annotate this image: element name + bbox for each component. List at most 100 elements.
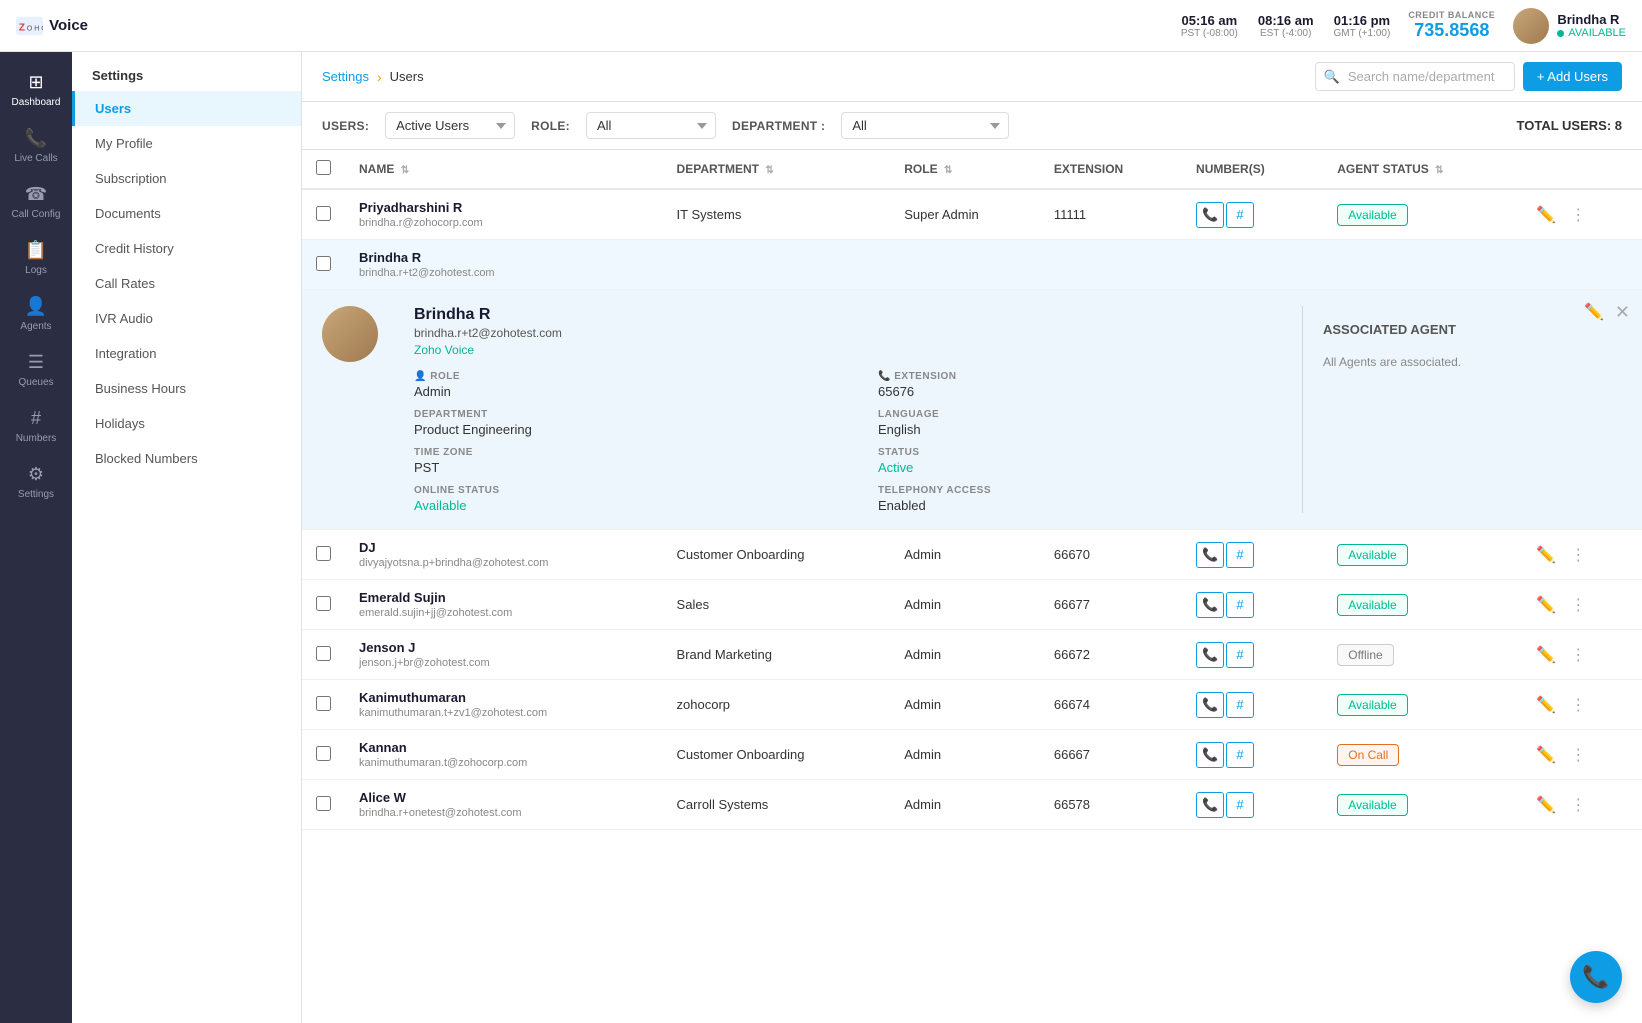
edit-expanded-button[interactable]: ✏️ — [1584, 302, 1604, 322]
call-num-icon[interactable]: 📞 — [1196, 202, 1224, 228]
nav-item-credit-history[interactable]: Credit History — [72, 231, 301, 266]
hash-num-icon[interactable]: # — [1226, 592, 1254, 618]
call-num-icon[interactable]: 📞 — [1196, 542, 1224, 568]
table-body: Priyadharshini R brindha.r@zohocorp.com … — [302, 189, 1642, 830]
more-button[interactable]: ⋮ — [1567, 692, 1589, 718]
call-icon: 📞 — [1582, 964, 1609, 990]
row-checkbox[interactable] — [316, 596, 331, 611]
edit-button[interactable]: ✏️ — [1533, 792, 1559, 818]
status-dot — [1557, 30, 1564, 37]
nav-item-users[interactable]: Users — [72, 91, 301, 126]
nav-item-blocked-numbers[interactable]: Blocked Numbers — [72, 441, 301, 476]
nav-item-call-rates[interactable]: Call Rates — [72, 266, 301, 301]
dept-filter-select[interactable]: All IT Systems Product Engineering Custo… — [841, 112, 1009, 139]
edit-button[interactable]: ✏️ — [1533, 692, 1559, 718]
user-name-cell: Brindha R — [359, 250, 649, 265]
row-checkbox[interactable] — [316, 256, 331, 271]
more-button[interactable]: ⋮ — [1567, 742, 1589, 768]
edit-button[interactable]: ✏️ — [1533, 742, 1559, 768]
hash-num-icon[interactable]: # — [1226, 202, 1254, 228]
add-users-button[interactable]: + Add Users — [1523, 62, 1622, 91]
more-button[interactable]: ⋮ — [1567, 202, 1589, 228]
user-profile[interactable]: Brindha R AVAILABLE — [1513, 8, 1626, 44]
agents-icon: 👤 — [25, 296, 47, 317]
call-num-icon[interactable]: 📞 — [1196, 792, 1224, 818]
more-button[interactable]: ⋮ — [1567, 642, 1589, 668]
users-table-wrap: NAME ⇅ DEPARTMENT ⇅ ROLE ⇅ EXTENSION NUM… — [302, 150, 1642, 1023]
nav-item-documents[interactable]: Documents — [72, 196, 301, 231]
actions-cell: ✏️ ⋮ — [1519, 580, 1642, 630]
breadcrumb-settings[interactable]: Settings — [322, 69, 369, 84]
more-button[interactable]: ⋮ — [1567, 792, 1589, 818]
field-status: STATUS Active — [878, 447, 1302, 475]
row-checkbox[interactable] — [316, 206, 331, 221]
sidebar-item-dashboard[interactable]: ⊞ Dashboard — [0, 64, 72, 116]
nav-item-holidays[interactable]: Holidays — [72, 406, 301, 441]
status-cell: Available — [1323, 780, 1519, 830]
sidebar-label-numbers: Numbers — [16, 433, 57, 444]
col-department: DEPARTMENT ⇅ — [663, 150, 891, 189]
hash-num-icon[interactable]: # — [1226, 642, 1254, 668]
settings-icon: ⚙ — [28, 464, 44, 485]
number-icons: 📞 # — [1196, 792, 1309, 818]
call-num-icon[interactable]: 📞 — [1196, 642, 1224, 668]
row-checkbox[interactable] — [316, 696, 331, 711]
select-all-checkbox[interactable] — [316, 160, 331, 175]
sidebar-item-agents[interactable]: 👤 Agents — [0, 288, 72, 340]
hash-num-icon[interactable]: # — [1226, 792, 1254, 818]
expanded-link[interactable]: Zoho Voice — [414, 343, 1302, 357]
status-badge: Available — [1337, 794, 1407, 816]
nav-item-subscription[interactable]: Subscription — [72, 161, 301, 196]
extension-cell: 66674 — [1040, 680, 1182, 730]
role-label: 👤 ROLE — [414, 371, 838, 382]
assoc-title: ASSOCIATED AGENT — [1323, 322, 1602, 337]
sidebar-item-queues[interactable]: ☰ Queues — [0, 344, 72, 396]
more-button[interactable]: ⋮ — [1567, 542, 1589, 568]
call-num-icon[interactable]: 📞 — [1196, 592, 1224, 618]
hash-num-icon[interactable]: # — [1226, 742, 1254, 768]
field-language: LANGUAGE English — [878, 409, 1302, 437]
edit-button[interactable]: ✏️ — [1533, 592, 1559, 618]
edit-button[interactable]: ✏️ — [1533, 642, 1559, 668]
users-filter-select[interactable]: Active Users All Users Inactive Users — [385, 112, 515, 139]
sidebar-item-logs[interactable]: 📋 Logs — [0, 232, 72, 284]
role-cell: Admin — [890, 530, 1040, 580]
nav-item-integration[interactable]: Integration — [72, 336, 301, 371]
nav-item-my-profile[interactable]: My Profile — [72, 126, 301, 161]
row-checkbox[interactable] — [316, 796, 331, 811]
role-filter-select[interactable]: All Admin Super Admin Agent — [586, 112, 716, 139]
breadcrumb-users: Users — [390, 69, 424, 84]
expanded-user-name: Brindha R — [414, 306, 1302, 324]
call-button[interactable]: 📞 — [1570, 951, 1622, 1003]
tz-gmt-time: 01:16 pm — [1334, 13, 1391, 28]
user-email-cell: kanimuthumaran.t@zohocorp.com — [359, 757, 649, 769]
role-value: Admin — [414, 384, 838, 399]
extension-value: 65676 — [878, 384, 1302, 399]
sidebar-item-numbers[interactable]: # Numbers — [0, 400, 72, 452]
row-checkbox[interactable] — [316, 646, 331, 661]
timezone-gmt: 01:16 pm GMT (+1:00) — [1334, 13, 1391, 39]
actions-cell: ✏️ ⋮ — [1519, 189, 1642, 240]
close-expanded-button[interactable]: ✕ — [1615, 302, 1630, 323]
row-checkbox[interactable] — [316, 746, 331, 761]
field-online-status: ONLINE STATUS Available — [414, 485, 838, 513]
nav-item-business-hours[interactable]: Business Hours — [72, 371, 301, 406]
sidebar-item-live-calls[interactable]: 📞 Live Calls — [0, 120, 72, 172]
hash-num-icon[interactable]: # — [1226, 542, 1254, 568]
actions-cell: ✏️ ⋮ — [1519, 630, 1642, 680]
sidebar-item-call-config[interactable]: ☎ Call Config — [0, 176, 72, 228]
live-calls-icon: 📞 — [25, 128, 47, 149]
tz-pst-label: PST (-08:00) — [1181, 28, 1238, 39]
name-sort-icon: ⇅ — [401, 165, 409, 176]
edit-button[interactable]: ✏️ — [1533, 202, 1559, 228]
call-num-icon[interactable]: 📞 — [1196, 692, 1224, 718]
row-checkbox[interactable] — [316, 546, 331, 561]
call-num-icon[interactable]: 📞 — [1196, 742, 1224, 768]
edit-button[interactable]: ✏️ — [1533, 542, 1559, 568]
nav-item-ivr-audio[interactable]: IVR Audio — [72, 301, 301, 336]
sidebar-item-settings[interactable]: ⚙ Settings — [0, 456, 72, 508]
hash-num-icon[interactable]: # — [1226, 692, 1254, 718]
search-input[interactable] — [1315, 62, 1515, 91]
svg-text:O H O: O H O — [27, 24, 43, 32]
more-button[interactable]: ⋮ — [1567, 592, 1589, 618]
